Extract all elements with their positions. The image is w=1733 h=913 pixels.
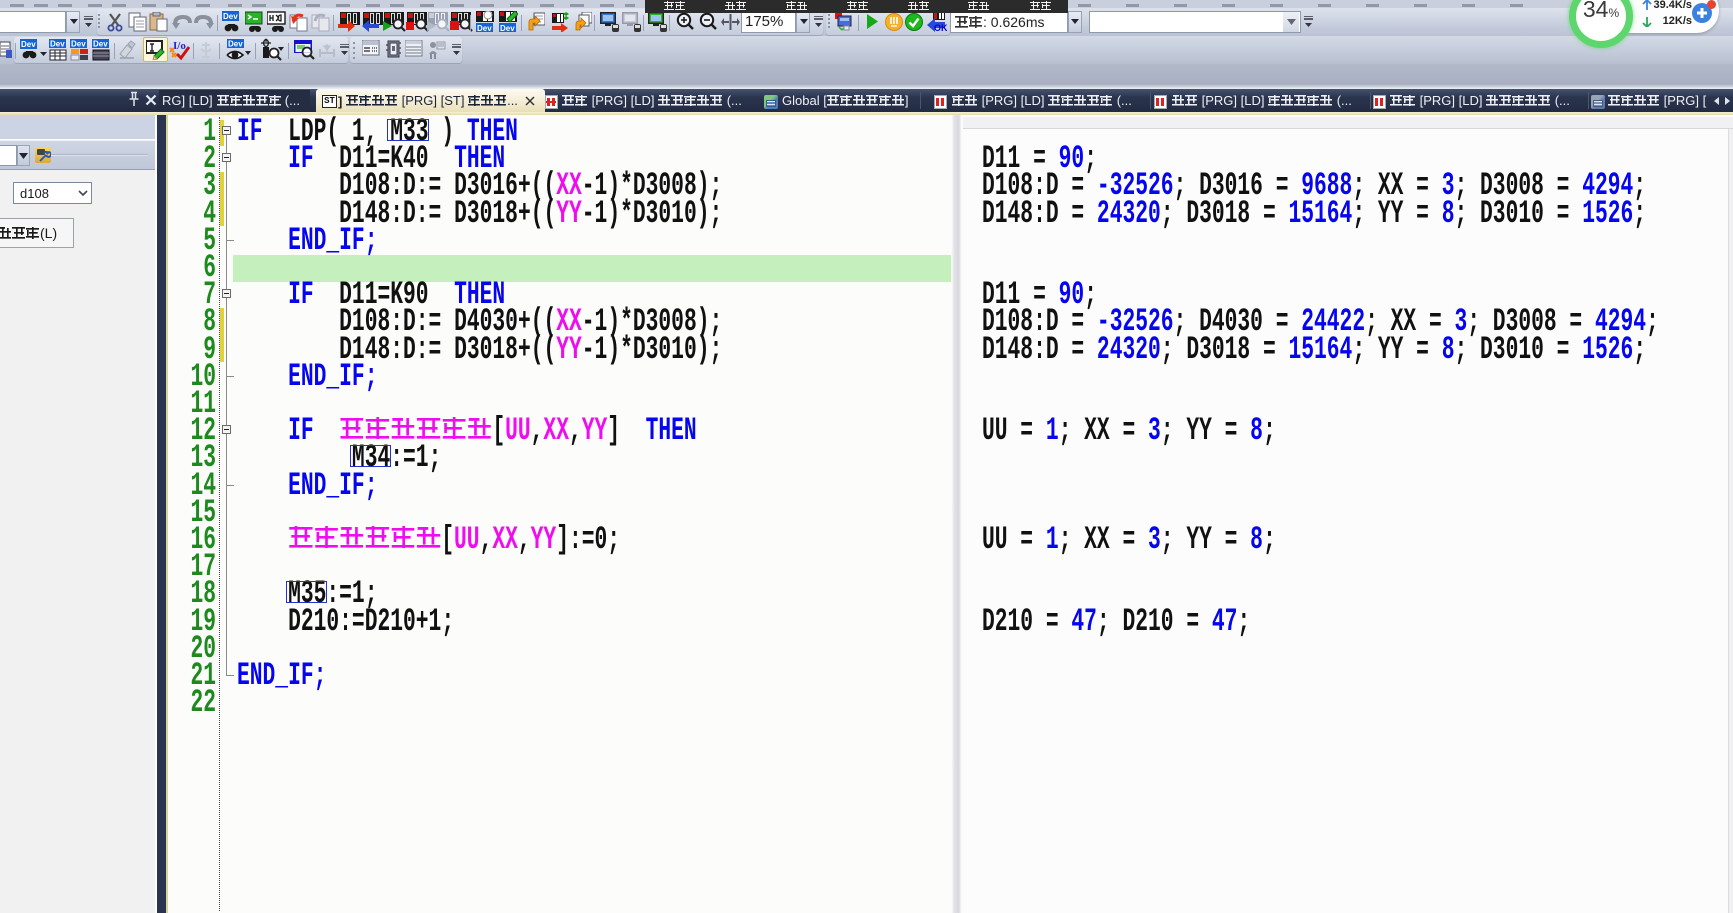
svg-text:Dev: Dev [21, 40, 36, 49]
svg-text:Dev: Dev [71, 40, 86, 49]
svg-text:Dev: Dev [500, 24, 515, 33]
svg-text:Dev: Dev [477, 24, 492, 33]
svg-text:I/o: I/o [173, 40, 186, 52]
svg-text:Dev: Dev [93, 40, 108, 49]
svg-text:OK: OK [934, 23, 947, 33]
svg-text:Dev: Dev [228, 40, 243, 49]
svg-text:Dev: Dev [50, 40, 65, 49]
svg-text:Dev: Dev [223, 12, 238, 21]
